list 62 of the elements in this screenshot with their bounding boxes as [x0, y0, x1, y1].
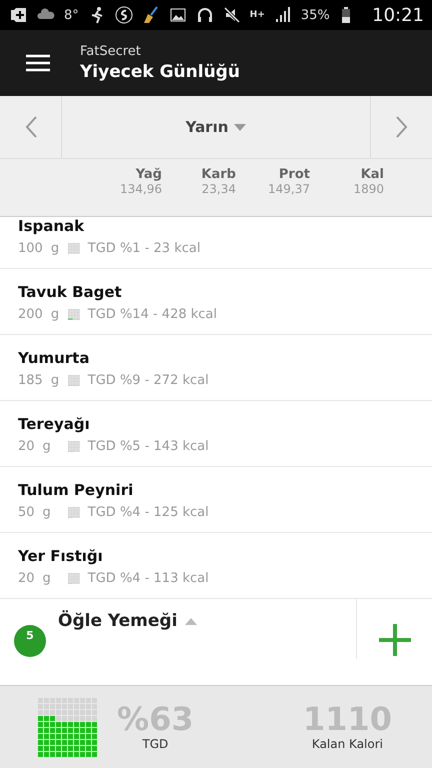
add-food-button[interactable]: [378, 621, 410, 659]
battery-percent: 35%: [300, 8, 330, 22]
food-name[interactable]: Tulum Peyniri: [18, 481, 414, 499]
food-unit: g: [42, 439, 51, 454]
remaining-calories-label: Kalan Kalori: [312, 736, 383, 751]
chevron-right-icon: [394, 115, 408, 139]
daily-value-grid-icon: [68, 308, 80, 320]
nutrient-value: 134,96: [120, 182, 162, 196]
food-detail: TGD %5 - 143 kcal: [88, 439, 209, 454]
signal-icon: [274, 6, 292, 24]
caret-down-icon: [234, 124, 246, 130]
food-unit: g: [50, 241, 60, 256]
muted-speaker-icon: [222, 6, 241, 24]
nutrient-value: 149,37: [268, 182, 310, 196]
nutrient-label: Yağ: [136, 167, 162, 182]
food-unit: g: [42, 571, 51, 586]
app-name: FatSecret: [80, 44, 142, 59]
daily-value-grid-icon: [68, 440, 80, 452]
plus-icon: [10, 6, 28, 24]
image-icon: [168, 6, 187, 24]
daily-value-grid-icon: [68, 506, 80, 518]
temperature: 8°: [64, 8, 79, 22]
food-amount: 50: [18, 505, 35, 520]
screen-title: Yiyecek Günlüğü: [80, 62, 240, 82]
menu-button[interactable]: [26, 54, 50, 72]
food-unit: g: [50, 307, 60, 322]
broom-icon: [142, 6, 160, 24]
food-amount: 200: [18, 307, 43, 322]
food-name[interactable]: Yumurta: [18, 349, 414, 367]
food-detail: TGD %4 - 113 kcal: [88, 571, 209, 586]
food-detail: TGD %4 - 125 kcal: [88, 505, 209, 520]
food-name[interactable]: Tavuk Baget: [18, 283, 414, 301]
food-name[interactable]: Yer Fıstığı: [18, 547, 414, 565]
nutrient-value: 1890: [353, 182, 384, 196]
food-name[interactable]: Tereyağı: [18, 415, 414, 433]
food-name[interactable]: Ispanak: [18, 217, 414, 235]
headphones-icon: [196, 6, 214, 24]
nutrient-label: Prot: [278, 167, 310, 182]
nutrient-label: Kal: [360, 167, 384, 182]
daily-value-grid-icon: [68, 242, 80, 254]
food-unit: g: [50, 373, 60, 388]
meal-title[interactable]: Öğle Yemeği: [58, 611, 198, 631]
daily-value-label: TGD: [142, 736, 168, 751]
swirl-icon: [114, 6, 133, 24]
network-type: H+: [250, 10, 265, 20]
food-detail: TGD %1 - 23 kcal: [88, 241, 200, 256]
food-detail: TGD %9 - 272 kcal: [88, 373, 209, 388]
food-amount: 100: [18, 241, 43, 256]
daily-value-grid-icon: [68, 374, 80, 386]
food-unit: g: [42, 505, 51, 520]
food-detail: TGD %14 - 428 kcal: [88, 307, 218, 322]
date-dropdown[interactable]: Yarın: [186, 118, 246, 136]
meal-number-badge: 5: [14, 625, 46, 657]
daily-value-grid-icon: [68, 572, 80, 584]
food-amount: 185: [18, 373, 43, 388]
nutrient-label: Karb: [201, 167, 236, 182]
food-amount: 20: [18, 439, 35, 454]
chevron-left-icon: [24, 115, 38, 139]
daily-value-grid-icon: [38, 698, 97, 756]
food-amount: 20: [18, 571, 35, 586]
clock: 10:21: [372, 4, 424, 26]
nutrient-value: 23,34: [202, 182, 236, 196]
